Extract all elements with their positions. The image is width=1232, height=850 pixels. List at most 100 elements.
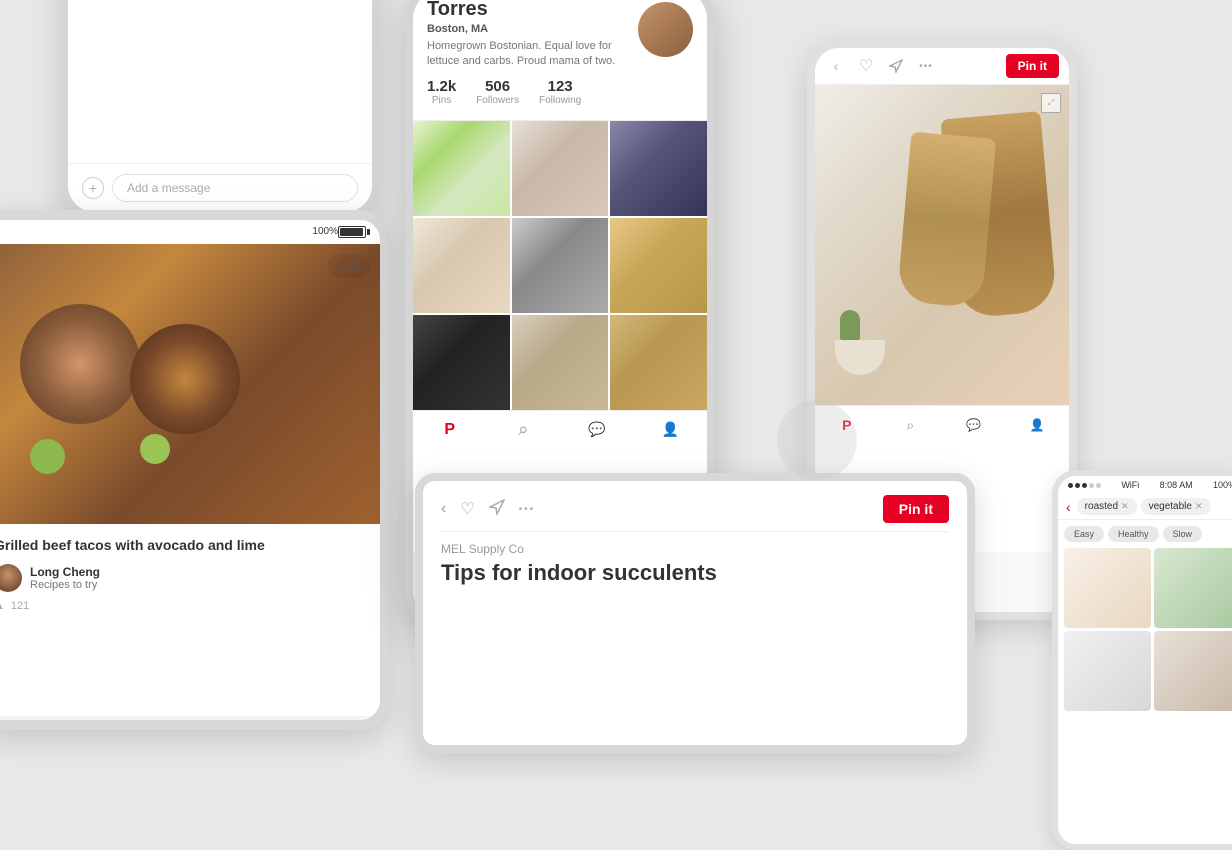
tag-vegetable[interactable]: vegetable ✕ bbox=[1141, 498, 1211, 515]
result-cell-3[interactable] bbox=[1064, 631, 1151, 711]
dot1 bbox=[1068, 483, 1073, 488]
right-nav-search[interactable]: ⌕ bbox=[899, 414, 921, 436]
tag-vegetable-label: vegetable bbox=[1149, 501, 1192, 512]
grid-cell-cutting-boards[interactable] bbox=[610, 315, 707, 410]
dot2 bbox=[1075, 483, 1080, 488]
save-count: ⤴ 11 bbox=[328, 254, 370, 278]
pin-card: ⤴ 11 Grilled beef tacos with avocado and… bbox=[0, 244, 380, 612]
avatar-face bbox=[0, 564, 22, 592]
article-pin-it-button[interactable]: Pin it bbox=[883, 495, 949, 523]
deco-circle-1 bbox=[777, 400, 857, 480]
bottom-navigation: P ⌕ 💬 👤 bbox=[413, 410, 707, 449]
pin-card-info: Grilled beef tacos with avocado and lime… bbox=[0, 524, 380, 604]
message-screen: Let's do it + Add a message bbox=[68, 0, 372, 212]
pin-it-button[interactable]: Pin it bbox=[1006, 54, 1059, 78]
pins-label: Pins bbox=[427, 95, 456, 106]
search-status-bar: WiFi 8:08 AM 100% bbox=[1058, 476, 1232, 494]
taco2 bbox=[130, 324, 240, 434]
status-bar: 100% bbox=[0, 220, 380, 244]
grid-cell-person-path[interactable] bbox=[512, 315, 609, 410]
result-cell-2[interactable] bbox=[1154, 548, 1232, 628]
send-button[interactable] bbox=[885, 55, 907, 77]
attach-button[interactable]: + bbox=[82, 177, 104, 199]
grid-cell-woman-mirror[interactable] bbox=[512, 121, 609, 216]
dot3 bbox=[1082, 483, 1087, 488]
right-nav-chat[interactable]: 💬 bbox=[963, 414, 985, 436]
profile-location: Boston, MA bbox=[427, 23, 637, 35]
article-back-btn[interactable]: ‹ bbox=[441, 500, 446, 518]
search-results: Easy Healthy Slow bbox=[1058, 520, 1232, 717]
search-result-grid bbox=[1064, 548, 1232, 711]
iphone-far-right-device: WiFi 8:08 AM 100% ‹ roasted ✕ vegetable … bbox=[1052, 470, 1232, 850]
search-screen: WiFi 8:08 AM 100% ‹ roasted ✕ vegetable … bbox=[1058, 476, 1232, 844]
fullscreen-icon: ⤢ bbox=[1048, 98, 1054, 108]
pin-grid bbox=[413, 121, 707, 410]
profile-stats: 1.2k Pins 506 Followers 123 Following bbox=[427, 78, 637, 106]
filter-slow[interactable]: Slow bbox=[1163, 526, 1203, 542]
pin-detail-image: ⤢ bbox=[815, 85, 1069, 405]
result-cell-4[interactable] bbox=[1154, 631, 1232, 711]
message-input[interactable]: Add a message bbox=[112, 174, 358, 202]
grid-cell-salad[interactable] bbox=[413, 121, 510, 216]
filter-healthy[interactable]: Healthy bbox=[1108, 526, 1159, 542]
following-label: Following bbox=[539, 95, 581, 106]
article-nav: ‹ ♡ ••• Pin it bbox=[441, 495, 949, 532]
right-nav-profile[interactable]: 👤 bbox=[1026, 414, 1048, 436]
result-cell-1[interactable] bbox=[1064, 548, 1151, 628]
tag-roasted[interactable]: roasted ✕ bbox=[1077, 498, 1137, 515]
nav-search[interactable]: ⌕ bbox=[512, 419, 534, 441]
article-more-btn[interactable]: ••• bbox=[519, 504, 536, 515]
ipad-device: 100% ⤴ 11 Grilled beef tacos with avoc bbox=[0, 210, 390, 730]
likes-icon: ▲ bbox=[0, 600, 5, 612]
grid-cell-woman-bw[interactable] bbox=[512, 218, 609, 313]
user-name: Long Cheng bbox=[30, 565, 100, 579]
profile-header: Torres Boston, MA Homegrown Bostonian. E… bbox=[413, 0, 707, 121]
pin-article-screen: ‹ ♡ ••• Pin it MEL Supply Co Tips for in… bbox=[423, 481, 967, 745]
ipad-content: ⤴ 11 Grilled beef tacos with avocado and… bbox=[0, 244, 380, 716]
heart-button[interactable]: ♡ bbox=[855, 55, 877, 77]
status-battery: 100% bbox=[1213, 480, 1232, 490]
profile-avatar bbox=[638, 2, 693, 57]
pin-detail-nav-left: ‹ ♡ ••• bbox=[825, 55, 937, 77]
nav-chat[interactable]: 💬 bbox=[586, 419, 608, 441]
plus-icon: + bbox=[89, 180, 97, 196]
fullscreen-button[interactable]: ⤢ bbox=[1041, 93, 1061, 113]
stat-pins: 1.2k Pins bbox=[427, 78, 456, 106]
tag-roasted-remove[interactable]: ✕ bbox=[1121, 501, 1129, 512]
lime2 bbox=[140, 434, 170, 464]
filter-easy[interactable]: Easy bbox=[1064, 526, 1104, 542]
article-source: MEL Supply Co bbox=[441, 542, 949, 556]
status-time: 8:08 AM bbox=[1160, 480, 1193, 490]
battery-indicator bbox=[338, 226, 366, 238]
grid-cell-man-hat[interactable] bbox=[610, 121, 707, 216]
article-send-btn[interactable] bbox=[489, 499, 505, 520]
back-button[interactable]: ‹ bbox=[825, 55, 847, 77]
signal-dots bbox=[1068, 483, 1101, 488]
iphone-message-device: Let's do it + Add a message bbox=[60, 0, 380, 220]
save-number: 11 bbox=[351, 260, 362, 272]
following-value: 123 bbox=[539, 78, 581, 95]
search-back-btn[interactable]: ‹ bbox=[1066, 499, 1071, 515]
profile-screen: Torres Boston, MA Homegrown Bostonian. E… bbox=[413, 0, 707, 552]
tag-roasted-label: roasted bbox=[1085, 501, 1118, 512]
user-info: Long Cheng Recipes to try bbox=[30, 565, 100, 591]
profile-avatar-image bbox=[638, 2, 693, 57]
grid-cell-pancakes[interactable] bbox=[610, 218, 707, 313]
pin-card-image: ⤴ 11 bbox=[0, 244, 380, 524]
stat-followers: 506 Followers bbox=[476, 78, 519, 106]
tag-vegetable-remove[interactable]: ✕ bbox=[1195, 501, 1203, 512]
lime1 bbox=[30, 439, 65, 474]
article-heart-btn[interactable]: ♡ bbox=[460, 499, 474, 519]
status-wifi: WiFi bbox=[1121, 480, 1139, 490]
grid-cell-dark[interactable] bbox=[413, 315, 510, 410]
board-name: Recipes to try bbox=[30, 579, 100, 591]
nav-profile[interactable]: 👤 bbox=[659, 419, 681, 441]
nav-pinterest[interactable]: P bbox=[439, 419, 461, 441]
article-nav-left: ‹ ♡ ••• bbox=[441, 499, 535, 520]
message-input-area: + Add a message bbox=[68, 163, 372, 212]
more-button[interactable]: ••• bbox=[915, 55, 937, 77]
grid-cell-room[interactable] bbox=[413, 218, 510, 313]
followers-label: Followers bbox=[476, 95, 519, 106]
pin-card-title: Grilled beef tacos with avocado and lime bbox=[0, 536, 366, 554]
battery-fill bbox=[340, 228, 363, 236]
